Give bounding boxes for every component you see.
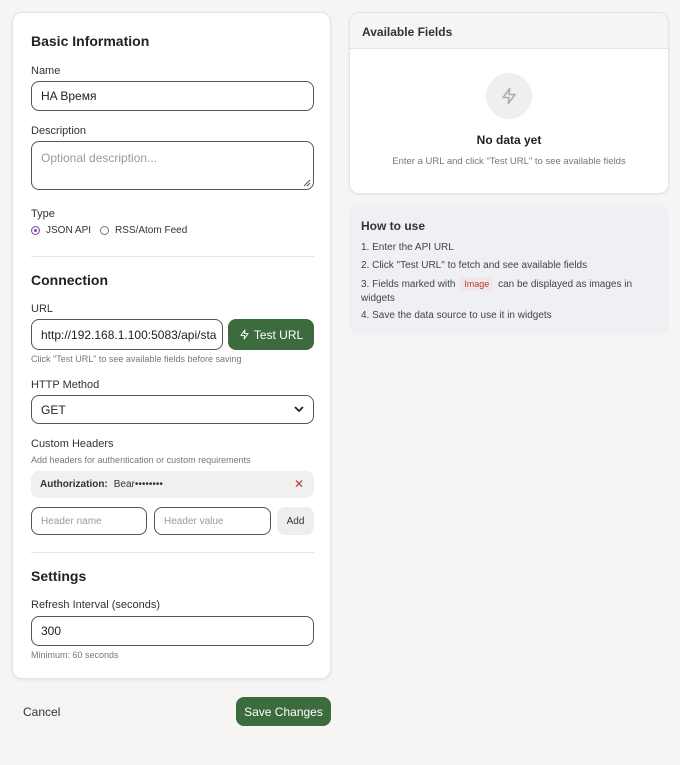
connection-heading: Connection [31,272,108,288]
header-name-input[interactable]: Header name [31,507,147,535]
test-url-button[interactable]: Test URL [228,319,314,350]
add-header-label: Add [286,515,305,527]
add-header-button[interactable]: Add [277,507,314,535]
type-option-json[interactable]: JSON API [31,225,91,236]
description-placeholder: Optional description... [41,151,158,165]
how-to-step: 4. Save the data source to use it in wid… [361,310,552,321]
data-source-form: Basic Information Name HA Время Descript… [12,12,331,679]
name-input[interactable]: HA Время [31,81,314,111]
custom-headers-label: Custom Headers [31,438,114,450]
empty-state-badge [486,73,532,119]
chevron-down-icon [294,406,304,413]
how-to-step: 1. Enter the API URL [361,242,454,253]
type-option-json-label: JSON API [46,225,92,236]
save-changes-button[interactable]: Save Changes [236,697,331,726]
lightning-icon [240,329,249,340]
available-fields-panel: Available Fields No data yet Enter a URL… [349,12,669,194]
url-hint: Click "Test URL" to see available fields… [31,354,242,364]
header-item: Authorization: Bear•••••••• ✕ [31,471,314,498]
header-name-placeholder: Header name [41,515,102,527]
url-input-value: http://192.168.1.100:5083/api/sta [41,327,217,342]
custom-headers-hint: Add headers for authentication or custom… [31,455,251,465]
section-divider [31,552,314,553]
header-item-value: Bear•••••••• [113,479,163,490]
how-to-use-panel: How to use 1. Enter the API URL 2. Click… [349,205,669,335]
header-value-placeholder: Header value [164,515,224,527]
description-label: Description [31,125,87,137]
refresh-interval-value: 300 [41,624,62,638]
refresh-interval-input[interactable]: 300 [31,616,314,646]
type-option-rss-label: RSS/Atom Feed [115,225,188,236]
image-tag-badge: Image [460,277,494,291]
url-input[interactable]: http://192.168.1.100:5083/api/sta [31,319,223,350]
description-textarea[interactable]: Optional description... [31,141,314,190]
how-to-step: 2. Click "Test URL" to fetch and see ava… [361,260,588,271]
basic-info-heading: Basic Information [31,33,150,49]
lightning-icon [502,87,516,105]
name-input-value: HA Время [41,89,97,103]
type-option-rss[interactable]: RSS/Atom Feed [100,225,187,236]
refresh-interval-hint: Minimum: 60 seconds [31,650,119,660]
empty-state-hint: Enter a URL and click "Test URL" to see … [392,156,626,167]
available-fields-title: Available Fields [362,25,453,39]
radio-selected-icon[interactable] [31,226,40,235]
resize-handle-icon[interactable] [303,179,311,187]
url-label: URL [31,303,54,315]
type-label: Type [31,208,55,220]
how-to-use-title: How to use [361,219,426,233]
section-divider [31,256,314,257]
name-label: Name [31,65,61,77]
empty-state-title: No data yet [476,133,542,147]
radio-unselected-icon[interactable] [100,226,109,235]
header-value-input[interactable]: Header value [154,507,271,535]
http-method-select[interactable]: GET [31,395,314,424]
refresh-interval-label: Refresh Interval (seconds) [31,599,160,611]
settings-heading: Settings [31,568,87,584]
http-method-value: GET [41,402,66,417]
http-method-label: HTTP Method [31,379,100,391]
how-to-step: 3. Fields marked with Image can be displ… [361,277,651,306]
cancel-button[interactable]: Cancel [23,705,60,719]
header-item-key: Authorization: [40,479,108,490]
save-changes-label: Save Changes [244,704,323,719]
test-url-label: Test URL [253,327,304,342]
remove-header-icon[interactable]: ✕ [294,478,304,490]
how-to-step-text: 3. Fields marked with [361,279,456,290]
